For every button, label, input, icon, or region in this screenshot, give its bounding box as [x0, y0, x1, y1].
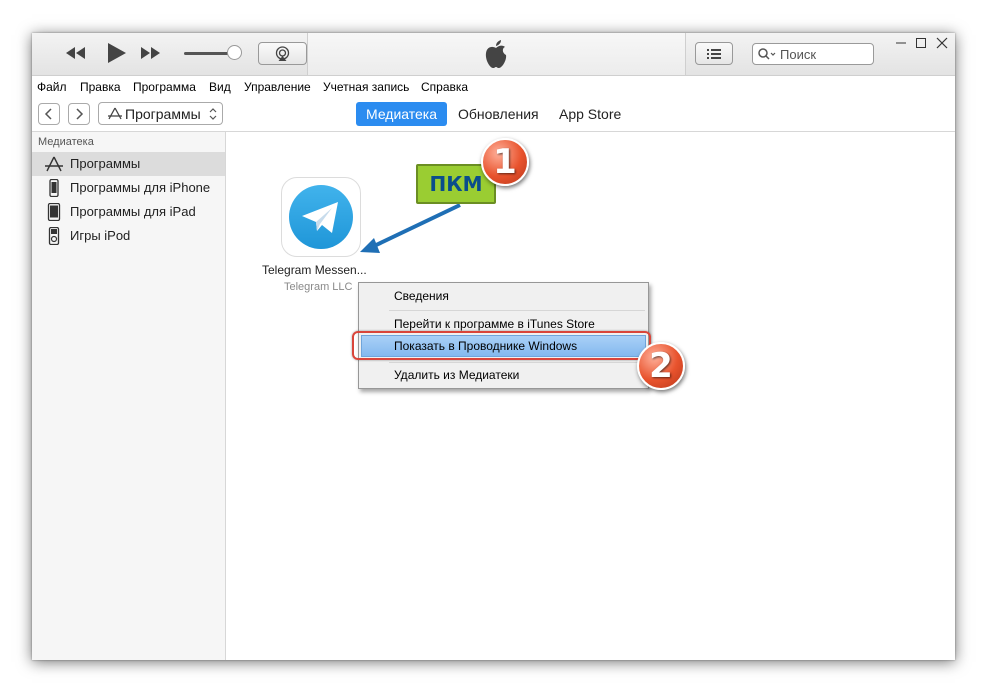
media-type-selector[interactable]: Программы	[98, 102, 223, 125]
minimize-button[interactable]	[893, 35, 909, 51]
sidebar-item-ipad-apps[interactable]: Программы для iPad	[32, 200, 225, 224]
player-toolbar: Поиск	[32, 33, 955, 76]
volume-knob[interactable]	[227, 45, 242, 60]
sidebar-item-label: Программы	[70, 156, 141, 171]
chevron-left-icon	[44, 108, 52, 120]
app-store-icon	[45, 156, 63, 172]
step-2-badge: 2	[637, 342, 685, 390]
menu-controls[interactable]: Управление	[244, 80, 311, 94]
close-icon	[936, 37, 948, 49]
airplay-button[interactable]	[258, 42, 307, 65]
apple-icon	[485, 40, 507, 68]
sidebar-heading: Медиатека	[38, 136, 94, 148]
minimize-icon	[896, 42, 906, 44]
menu-item-remove-from-library[interactable]: Удалить из Медиатеки	[394, 368, 519, 382]
tab-library[interactable]: Медиатека	[356, 102, 448, 126]
sidebar-item-label: Программы для iPhone	[70, 180, 211, 195]
menu-account[interactable]: Учетная запись	[323, 80, 409, 94]
ipad-icon	[47, 203, 61, 221]
menu-help[interactable]: Справка	[421, 80, 468, 94]
chevron-right-icon	[76, 108, 84, 120]
back-button[interactable]	[38, 103, 60, 125]
menu-view[interactable]: Вид	[209, 80, 231, 94]
step-2-number: 2	[649, 346, 673, 386]
menu-edit[interactable]: Правка	[80, 80, 121, 94]
iphone-icon	[49, 179, 59, 197]
search-input[interactable]: Поиск	[752, 43, 874, 65]
sidebar-item-iphone-apps[interactable]: Программы для iPhone	[32, 176, 225, 200]
navigation-bar: Программы Медиатека Обновления App Store	[32, 98, 955, 132]
step-1-number: 1	[493, 142, 517, 182]
search-icon	[758, 48, 776, 60]
search-placeholder: Поиск	[780, 47, 817, 62]
rewind-button[interactable]	[64, 45, 86, 61]
menu-program[interactable]: Программа	[133, 80, 196, 94]
menu-separator	[389, 310, 645, 311]
sidebar-item-ipod-games[interactable]: Игры iPod	[32, 224, 225, 248]
highlight-frame	[352, 331, 651, 360]
menu-bar: Файл Правка Программа Вид Управление Уче…	[32, 76, 955, 98]
list-view-button[interactable]	[695, 42, 733, 65]
forward-button[interactable]	[68, 103, 90, 125]
sidebar-item-programs[interactable]: Программы	[32, 152, 225, 176]
lcd-display	[307, 33, 686, 75]
app-tile[interactable]	[281, 177, 361, 257]
tab-updates[interactable]: Обновления	[458, 102, 539, 126]
updown-chevron-icon	[209, 108, 217, 120]
media-type-label: Программы	[125, 106, 201, 122]
close-button[interactable]	[934, 35, 950, 51]
sidebar-item-label: Игры iPod	[70, 228, 131, 243]
app-store-icon	[108, 107, 122, 120]
menu-item-info[interactable]: Сведения	[394, 289, 449, 303]
app-developer: Telegram LLC	[284, 281, 353, 293]
sidebar: Медиатека Программы Программы для iPhone…	[32, 132, 226, 660]
fast-forward-button[interactable]	[140, 45, 162, 61]
tab-app-store[interactable]: App Store	[559, 102, 621, 126]
airplay-icon	[275, 46, 290, 61]
menu-item-go-to-itunes-store[interactable]: Перейти к программе в iTunes Store	[394, 317, 595, 331]
maximize-icon	[916, 38, 926, 48]
sidebar-item-label: Программы для iPad	[70, 204, 196, 219]
step-1-badge: 1	[481, 138, 529, 186]
list-icon	[707, 49, 721, 59]
ipod-icon	[48, 227, 60, 245]
maximize-button[interactable]	[913, 35, 929, 51]
menu-separator	[389, 362, 645, 363]
menu-file[interactable]: Файл	[37, 80, 67, 94]
telegram-icon	[289, 185, 353, 249]
app-name[interactable]: Telegram Messen...	[262, 263, 367, 277]
play-button[interactable]	[105, 42, 127, 64]
